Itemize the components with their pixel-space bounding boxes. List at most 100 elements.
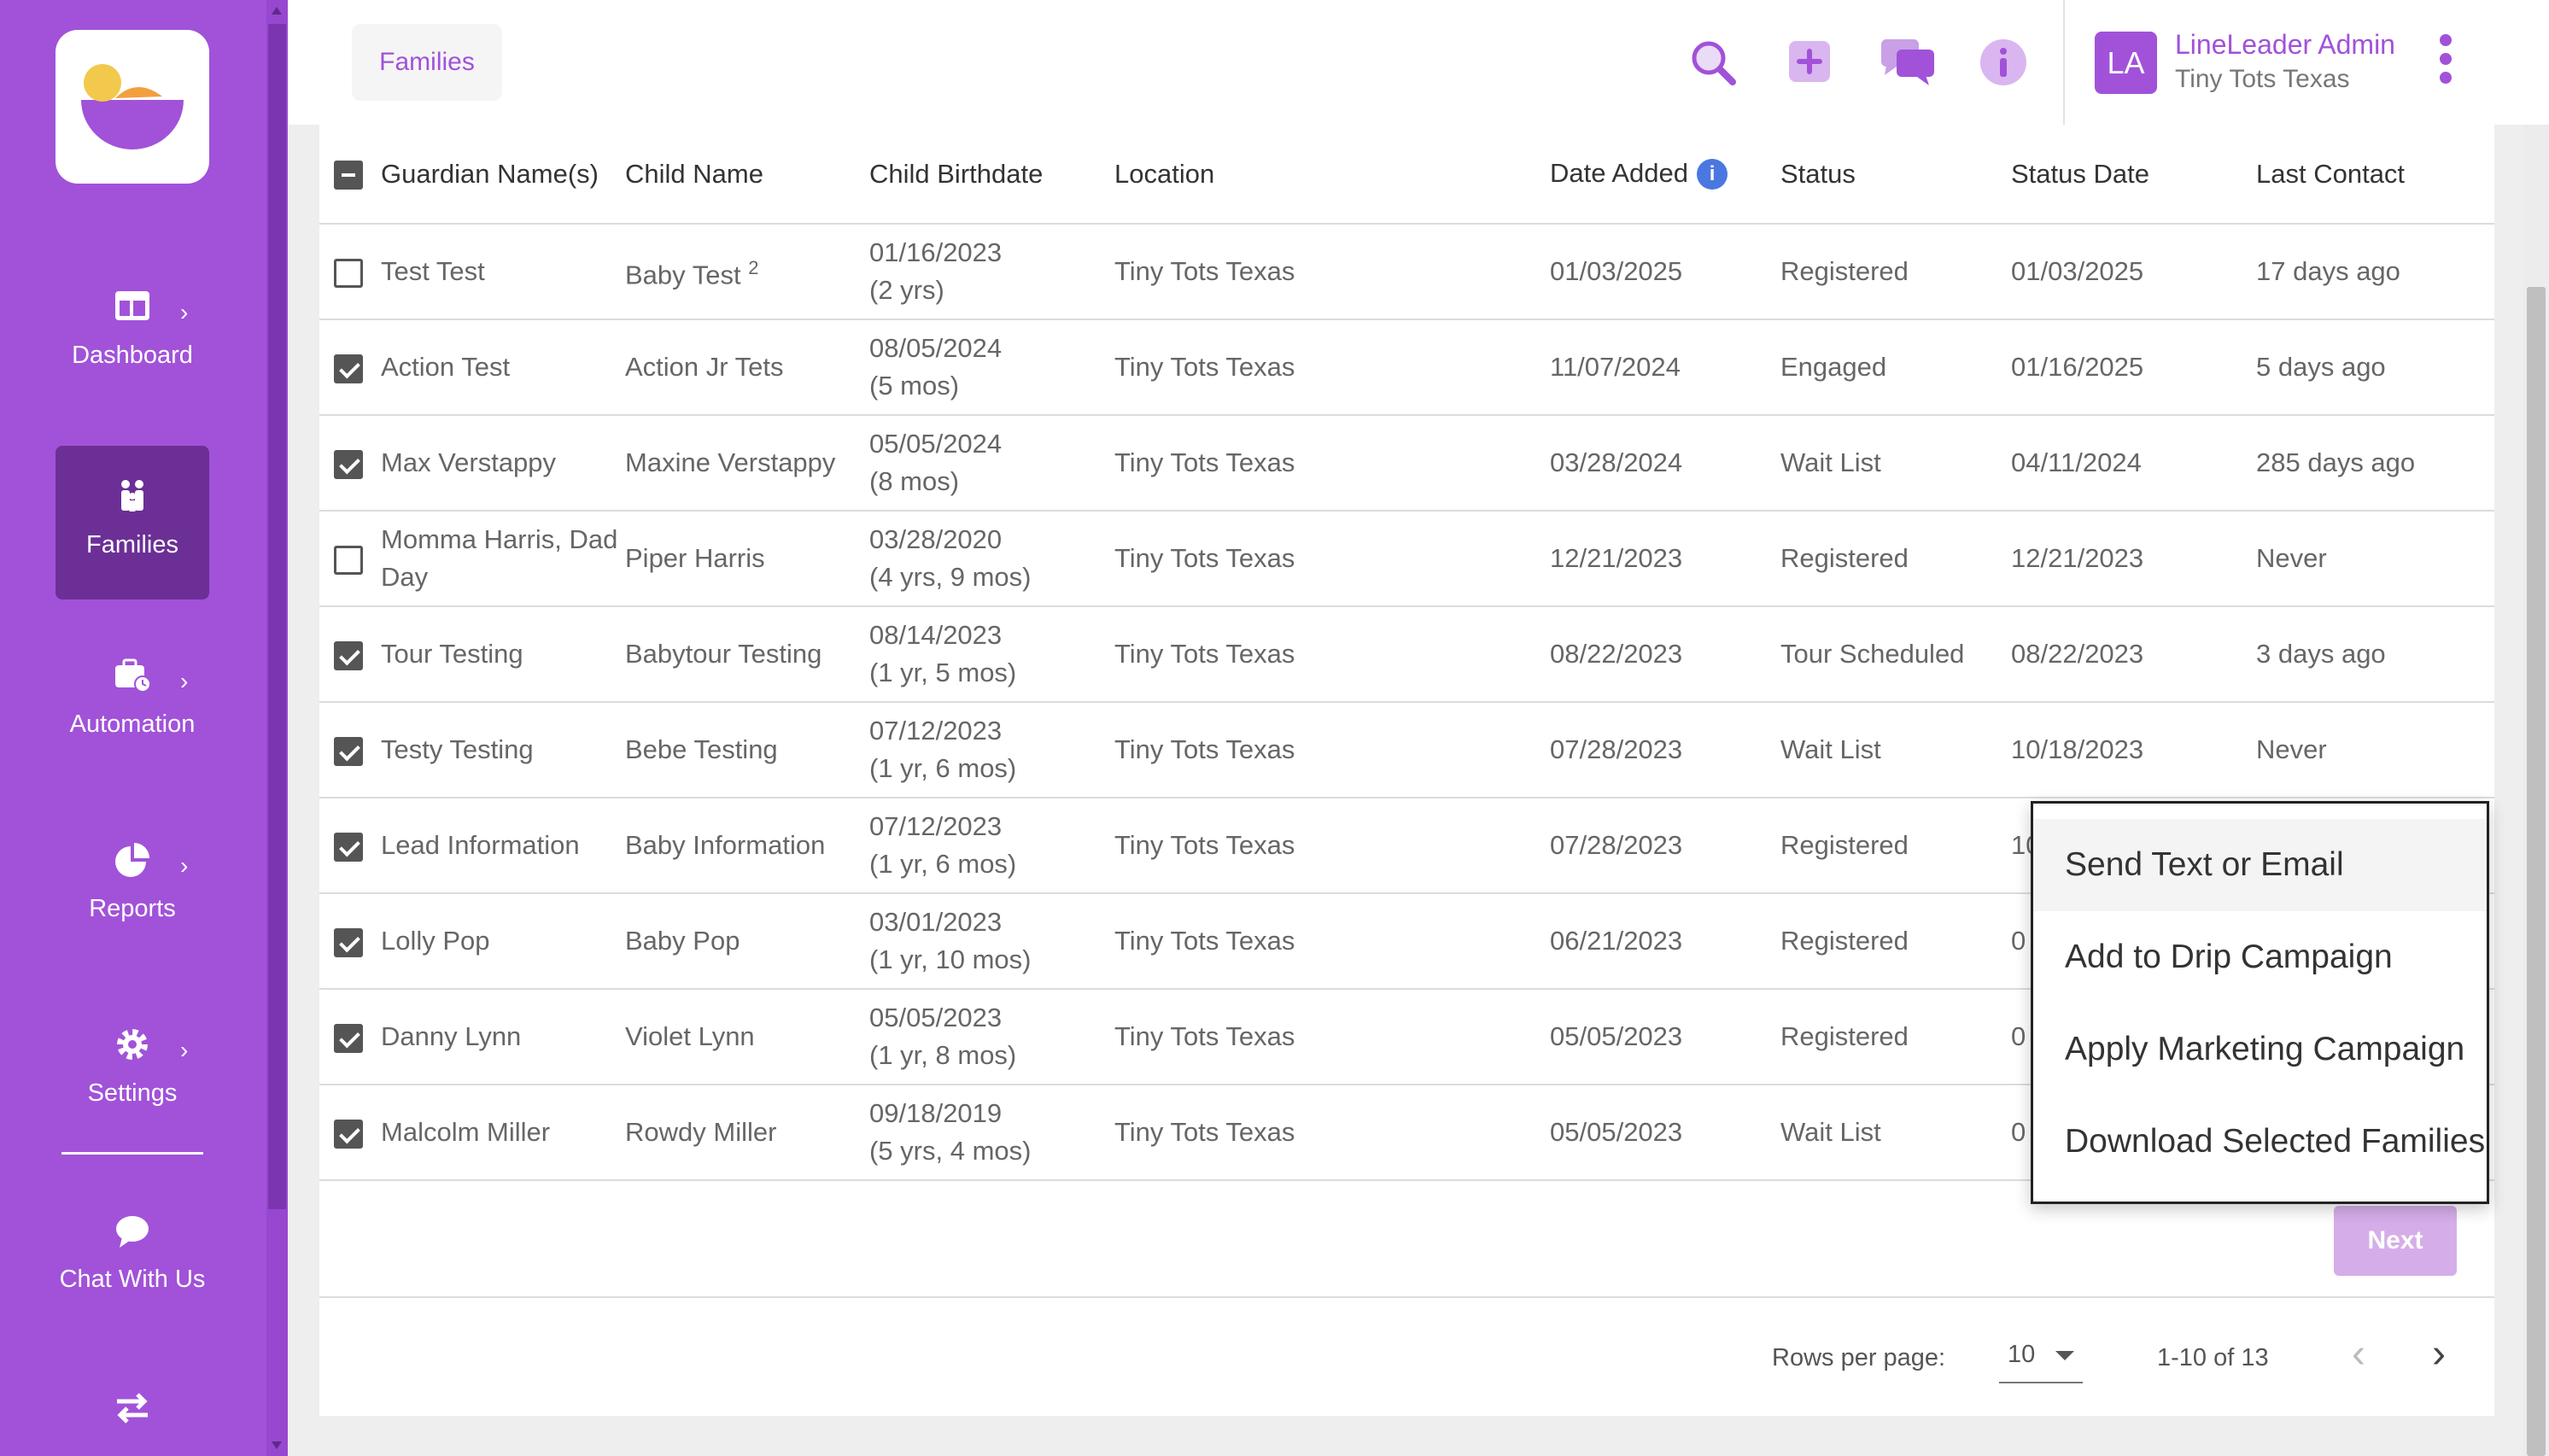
chat-icon[interactable] — [1878, 32, 1938, 92]
table-row[interactable]: Max Verstappy Maxine Verstappy 05/05/2024 (… — [319, 415, 2494, 511]
child-age: (5 yrs, 4 mos) — [869, 1136, 1032, 1166]
table-row[interactable]: Action Test Action Jr Tets 08/05/2024 (5 mo… — [319, 319, 2494, 415]
scroll-up-arrow-icon[interactable] — [272, 7, 282, 15]
sidebar-scrollbar-thumb[interactable] — [268, 24, 286, 1209]
more-vertical-icon[interactable] — [2433, 34, 2458, 94]
add-icon[interactable] — [1780, 32, 1840, 92]
row-checkbox[interactable] — [334, 640, 363, 670]
sidebar-item-label: Reports — [89, 895, 176, 922]
row-checkbox[interactable] — [334, 258, 363, 288]
child-birthdate-cell: 03/28/2020 (4 yrs, 9 mos) — [869, 511, 1114, 606]
child-name: Baby Information — [625, 830, 826, 860]
guardian-name-cell: Action Test — [381, 352, 511, 382]
app-logo[interactable] — [56, 30, 209, 184]
child-birthdate-cell: 05/05/2023 (1 yr, 8 mos) — [869, 989, 1114, 1085]
row-checkbox[interactable] — [334, 354, 363, 383]
select-all-checkbox[interactable] — [334, 160, 363, 190]
birthdate: 05/05/2024 — [869, 429, 1003, 459]
column-header[interactable]: Child Name — [625, 125, 869, 225]
sidebar-item-reports[interactable]: › Reports — [56, 810, 209, 963]
table-row[interactable]: Tour Testing Babytour Testing 08/14/2023 (1… — [319, 606, 2494, 702]
table-row[interactable]: Momma Harris, Dad Day Piper Harris 03/28/2… — [319, 511, 2494, 606]
child-name-cell: Babytour Testing — [625, 606, 869, 702]
chevron-right-icon: › — [180, 852, 189, 879]
page-scrollbar[interactable] — [2523, 125, 2549, 1456]
birthdate: 08/05/2024 — [869, 333, 1003, 363]
column-header[interactable]: Status — [1780, 125, 2011, 225]
chevron-right-icon: › — [180, 668, 189, 694]
column-header[interactable]: Guardian Name(s) — [381, 125, 625, 225]
column-header[interactable]: Child Birthdate — [869, 125, 1114, 225]
location-cell: Tiny Tots Texas — [1114, 543, 1295, 573]
column-header[interactable]: Status Date — [2011, 125, 2256, 225]
child-name: Bebe Testing — [625, 734, 778, 764]
scroll-down-arrow-icon[interactable] — [272, 1441, 282, 1449]
guardian-name-cell: Momma Harris, Dad Day — [381, 524, 618, 592]
sidebar-item-settings[interactable]: › Settings — [56, 994, 209, 1148]
info-icon[interactable] — [1973, 32, 2033, 92]
menu-item-send-text-or-email[interactable]: Send Text or Email — [2033, 819, 2487, 911]
birthdate: 03/01/2023 — [869, 907, 1003, 937]
next-page-icon[interactable]: › — [2413, 1329, 2464, 1380]
sidebar-item-label: Families — [86, 531, 178, 558]
briefcase-clock-icon — [115, 658, 151, 693]
location-cell: Tiny Tots Texas — [1114, 447, 1295, 477]
menu-item-add-to-drip-campaign[interactable]: Add to Drip Campaign — [2033, 911, 2487, 1003]
row-checkbox[interactable] — [334, 927, 363, 957]
table-row[interactable]: Testy Testing Bebe Testing 07/12/2023 (1 yr… — [319, 702, 2494, 798]
row-checkbox[interactable] — [334, 736, 363, 766]
chevron-right-icon: › — [180, 1037, 189, 1063]
date-added-cell: 05/05/2023 — [1550, 1021, 1683, 1051]
family-icon — [121, 480, 143, 512]
sidebar-item-chat-with-us[interactable]: Chat With Us — [56, 1180, 209, 1334]
header-divider — [2063, 0, 2065, 125]
child-age: (1 yr, 10 mos) — [869, 944, 1032, 974]
last-contact-cell: 17 days ago — [2256, 256, 2400, 286]
search-icon[interactable] — [1683, 32, 1743, 92]
column-header[interactable]: Last Contact — [2256, 125, 2494, 225]
location-cell: Tiny Tots Texas — [1114, 639, 1295, 669]
row-checkbox[interactable] — [334, 545, 363, 575]
menu-item-apply-marketing-campaign[interactable]: Apply Marketing Campaign — [2033, 1003, 2487, 1096]
families-table-card: Guardian Name(s) Child Name Child Birthd… — [319, 125, 2494, 1416]
row-checkbox[interactable] — [334, 449, 363, 479]
child-name-cell: Violet Lynn — [625, 989, 869, 1085]
location-cell: Tiny Tots Texas — [1114, 352, 1295, 382]
status-cell: Registered — [1780, 1021, 1909, 1051]
dashboard-icon — [115, 291, 149, 320]
sidebar-item-dashboard[interactable]: › Dashboard — [56, 256, 209, 410]
sidebar-item-automation[interactable]: › Automation — [56, 625, 209, 779]
next-button[interactable]: Next — [2334, 1206, 2457, 1276]
sidebar-item-label: Dashboard — [72, 342, 193, 369]
sidebar-item-families[interactable]: Families — [56, 446, 209, 599]
guardian-name-cell: Lead Information — [381, 830, 580, 860]
child-age: (1 yr, 6 mos) — [869, 849, 1017, 879]
column-header-label: Date Added — [1550, 157, 1689, 188]
sidebar-item-switch[interactable] — [56, 1358, 209, 1456]
column-header[interactable]: Location — [1114, 125, 1550, 225]
row-checkbox[interactable] — [334, 1119, 363, 1149]
last-contact-cell: 3 days ago — [2256, 639, 2386, 669]
breadcrumb[interactable]: Families — [352, 24, 502, 101]
avatar[interactable]: LA — [2095, 32, 2157, 94]
menu-item-download-selected-families[interactable]: Download Selected Families — [2033, 1096, 2487, 1188]
row-checkbox[interactable] — [334, 1023, 363, 1053]
sidebar-scrollbar[interactable] — [266, 0, 288, 1456]
table-header-row: Guardian Name(s) Child Name Child Birthd… — [319, 125, 2494, 225]
sidebar-item-label: Settings — [87, 1079, 178, 1107]
table-row[interactable]: Test Test Baby Test 2 01/16/2023 (2 yrs) Tin… — [319, 224, 2494, 319]
status-date-cell: 10/18/2023 — [2011, 734, 2144, 764]
gear-icon — [117, 1029, 148, 1060]
column-header-date-added[interactable]: Date Added i — [1550, 125, 1780, 225]
page-scrollbar-thumb[interactable] — [2527, 287, 2546, 1456]
previous-page-icon[interactable]: ‹ — [2333, 1329, 2384, 1380]
sidebar-item-label: Chat With Us — [59, 1266, 206, 1293]
info-icon[interactable]: i — [1697, 159, 1728, 190]
birthdate: 09/18/2019 — [869, 1098, 1003, 1128]
status-date-cell: 04/11/2024 — [2011, 447, 2142, 477]
swap-arrows-icon — [117, 1393, 148, 1424]
sidebar-divider — [61, 1152, 203, 1155]
location-cell: Tiny Tots Texas — [1114, 830, 1295, 860]
rows-per-page-select[interactable]: 10 — [1999, 1336, 2083, 1383]
row-checkbox[interactable] — [334, 832, 363, 862]
